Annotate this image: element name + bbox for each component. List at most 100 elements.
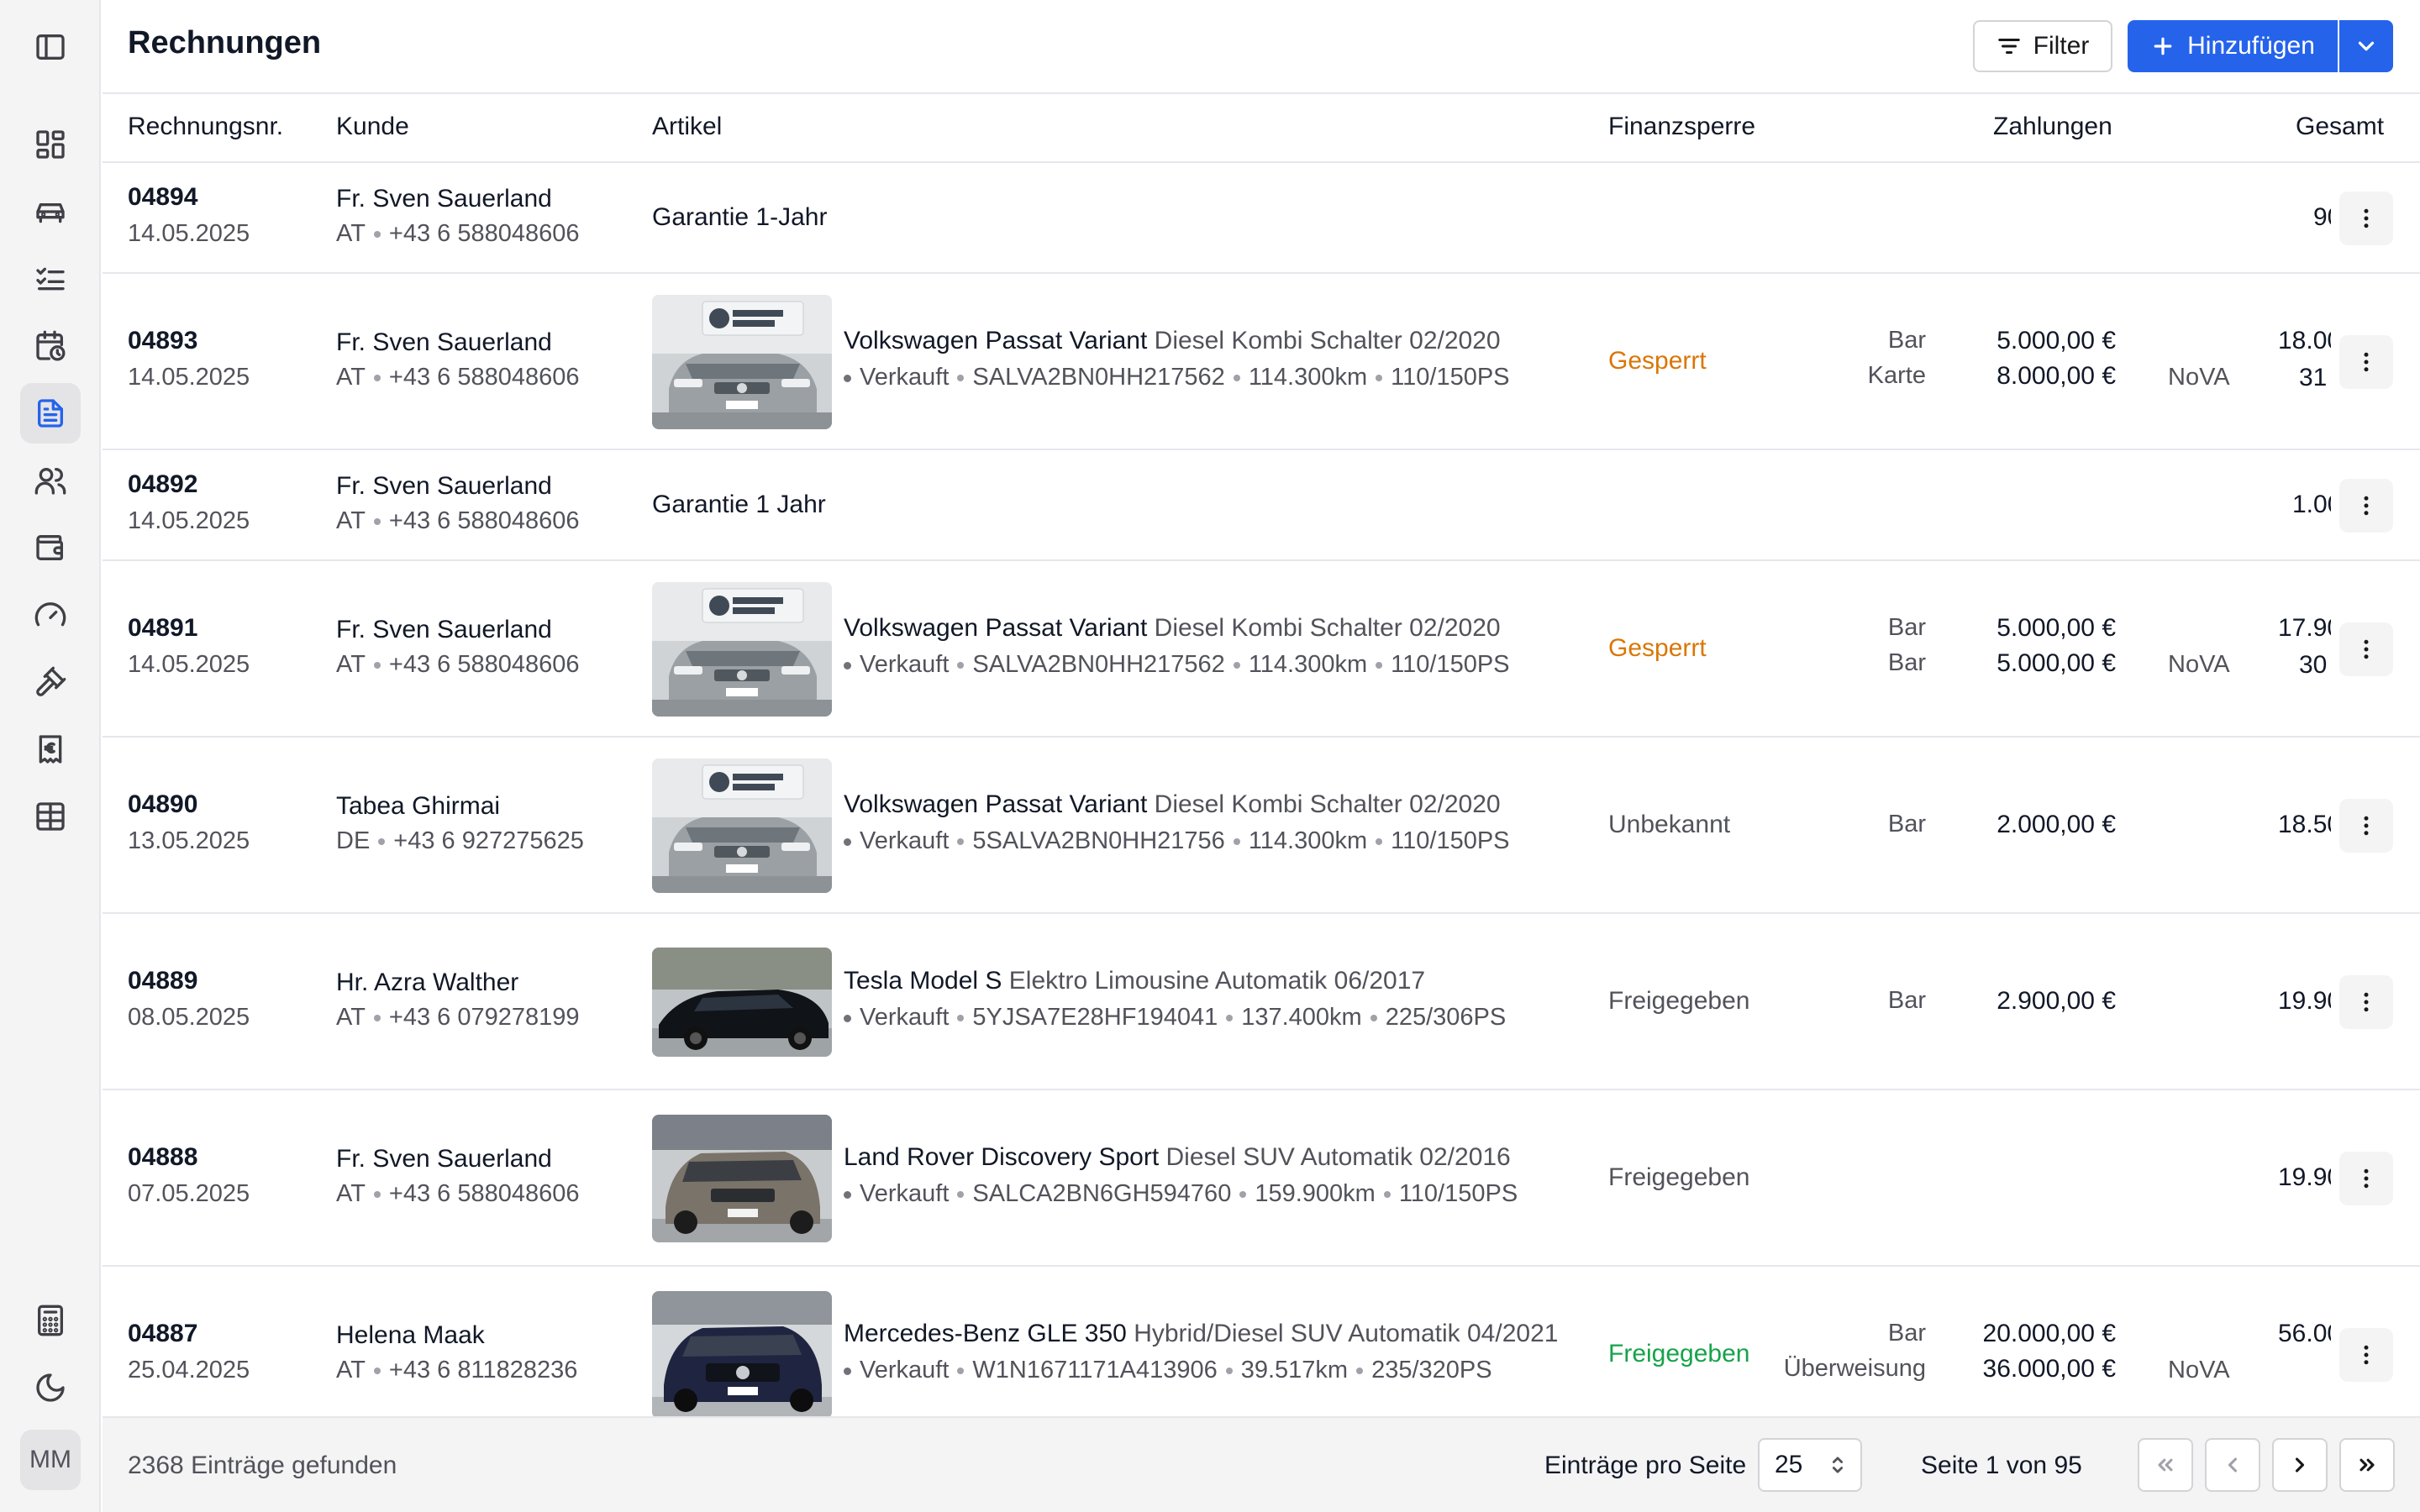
table-row[interactable]: 04893 14.05.2025 Fr. Sven Sauerland AT +43 6… [103, 274, 2420, 450]
invoice-number[interactable]: 04891 [128, 614, 197, 643]
users-icon[interactable] [20, 450, 81, 511]
table-row[interactable]: 04891 14.05.2025 Fr. Sven Sauerland AT +43 6… [103, 561, 2420, 738]
customer-name[interactable]: Fr. Sven Sauerland [336, 185, 552, 213]
main-content: Rechnungen Filter Hinzufügen Rechnungsnr… [103, 0, 2420, 1512]
first-page-button[interactable] [2138, 1438, 2193, 1492]
per-page-value: 25 [1775, 1451, 1803, 1478]
finance-lock-status: Unbekannt [1608, 811, 1731, 838]
vehicle-title[interactable]: Tesla Model S Elektro Limousine Automati… [844, 967, 1425, 995]
vehicle-title[interactable]: Mercedes-Benz GLE 350 Hybrid/Diesel SUV … [844, 1320, 1558, 1348]
invoice-number[interactable]: 04890 [128, 790, 197, 819]
payment-method: Bar [1887, 811, 1926, 837]
table-row[interactable]: 04894 14.05.2025 Fr. Sven Sauerland AT +43 6… [103, 163, 2420, 274]
add-dropdown-button[interactable] [2339, 20, 2393, 72]
vehicle-title[interactable]: Land Rover Discovery Sport Diesel SUV Au… [844, 1143, 1511, 1172]
row-actions-button[interactable] [2339, 799, 2393, 853]
customer-phone: +43 6 588048606 [388, 507, 580, 534]
column-header-article[interactable]: Artikel [652, 113, 722, 141]
column-header-customer[interactable]: Kunde [336, 113, 409, 141]
invoice-number[interactable]: 04888 [128, 1143, 197, 1172]
invoice-number[interactable]: 04894 [128, 183, 197, 212]
article-name[interactable]: Garantie 1 Jahr [652, 491, 826, 519]
customer-country: DE [336, 827, 371, 854]
column-header-total[interactable]: Gesamt [2296, 113, 2384, 141]
add-button[interactable]: Hinzufügen [2128, 20, 2338, 72]
gavel-icon[interactable] [20, 652, 81, 712]
vehicle-thumbnail[interactable] [652, 948, 832, 1057]
page-info: Seite 1 von 95 [1921, 1452, 2082, 1479]
vehicle-description: Diesel SUV Automatik 02/2016 [1165, 1143, 1511, 1171]
table-row[interactable]: 04892 14.05.2025 Fr. Sven Sauerland AT +43 6… [103, 450, 2420, 561]
next-page-button[interactable] [2272, 1438, 2328, 1492]
moon-icon[interactable] [20, 1357, 81, 1418]
table-row[interactable]: 04889 08.05.2025 Hr. Azra Walther AT +43 6 0… [103, 914, 2420, 1090]
car-icon[interactable] [20, 181, 81, 242]
row-actions-button[interactable] [2339, 192, 2393, 245]
row-actions-button[interactable] [2339, 479, 2393, 533]
customer-name[interactable]: Helena Maak [336, 1321, 485, 1350]
more-vertical-icon [2364, 352, 2369, 372]
document-icon[interactable] [20, 383, 81, 444]
checklist-icon[interactable] [20, 249, 81, 309]
dashboard-icon[interactable] [20, 114, 81, 175]
row-actions-button[interactable] [2339, 622, 2393, 676]
per-page-select[interactable]: 25 [1758, 1438, 1862, 1492]
table-icon[interactable] [20, 786, 81, 847]
vehicle-thumbnail[interactable] [652, 295, 832, 429]
calculator-icon[interactable] [20, 1290, 81, 1351]
vehicle-thumbnail[interactable] [652, 1115, 832, 1242]
gauge-icon[interactable] [20, 585, 81, 645]
row-actions-button[interactable] [2339, 1328, 2393, 1382]
last-page-button[interactable] [2339, 1438, 2395, 1492]
separator-dot [1226, 1015, 1234, 1022]
calendar-clock-icon[interactable] [20, 316, 81, 376]
column-header-number[interactable]: Rechnungsnr. [128, 113, 283, 141]
customer-country: AT [336, 1357, 366, 1383]
table-row[interactable]: 04887 25.04.2025 Helena Maak AT +43 6 811828… [103, 1267, 2420, 1416]
separator-dot [373, 662, 381, 669]
column-header-payments[interactable]: Zahlungen [1993, 113, 2112, 141]
prev-page-button[interactable] [2205, 1438, 2260, 1492]
vehicle-thumbnail[interactable] [652, 1291, 832, 1416]
invoice-number[interactable]: 04892 [128, 470, 197, 499]
row-actions-button[interactable] [2339, 1152, 2393, 1205]
invoice-date: 14.05.2025 [128, 651, 250, 678]
avatar[interactable]: MM [20, 1430, 81, 1490]
vehicle-power: 235/320PS [1371, 1357, 1492, 1383]
separator-dot [1233, 375, 1240, 382]
vehicle-thumbnail[interactable] [652, 759, 832, 893]
filter-button[interactable]: Filter [1973, 20, 2112, 72]
vehicle-title[interactable]: Volkswagen Passat Variant Diesel Kombi S… [844, 327, 1501, 355]
invoice-number[interactable]: 04889 [128, 967, 197, 995]
vehicle-details: Verkauft SALCA2BN6GH594760 159.900km 110/15… [844, 1180, 1518, 1208]
table-row[interactable]: 04888 07.05.2025 Fr. Sven Sauerland AT +43 6… [103, 1090, 2420, 1267]
invoice-date: 07.05.2025 [128, 1180, 250, 1207]
wallet-icon[interactable] [20, 517, 81, 578]
finance-lock-status: Freigegeben [1608, 987, 1750, 1015]
invoice-number[interactable]: 04887 [128, 1320, 197, 1348]
vehicle-title[interactable]: Volkswagen Passat Variant Diesel Kombi S… [844, 790, 1501, 819]
vehicle-state: Verkauft [860, 364, 950, 391]
separator-dot [1383, 1191, 1391, 1199]
table-row[interactable]: 04890 13.05.2025 Tabea Ghirmai DE +43 6 9272… [103, 738, 2420, 914]
vehicle-details: Verkauft 5SALVA2BN0HH21756 114.300km 110/15… [844, 827, 1510, 855]
row-actions-button[interactable] [2339, 335, 2393, 389]
panel-left-icon[interactable] [20, 17, 81, 77]
vehicle-title[interactable]: Volkswagen Passat Variant Diesel Kombi S… [844, 614, 1501, 643]
customer-name[interactable]: Fr. Sven Sauerland [336, 616, 552, 644]
nova-label: NoVA [2168, 364, 2230, 391]
customer-name[interactable]: Tabea Ghirmai [336, 792, 500, 821]
vehicle-thumbnail[interactable] [652, 582, 832, 717]
payment-method: Bar [1887, 327, 1926, 354]
euro-receipt-icon[interactable] [20, 719, 81, 780]
customer-name[interactable]: Hr. Azra Walther [336, 969, 518, 997]
column-header-finance-lock[interactable]: Finanzsperre [1608, 113, 1755, 141]
row-actions-button[interactable] [2339, 975, 2393, 1029]
article-name[interactable]: Garantie 1-Jahr [652, 203, 827, 232]
invoice-number[interactable]: 04893 [128, 327, 197, 355]
customer-name[interactable]: Fr. Sven Sauerland [336, 328, 552, 357]
payment-amount: 5.000,00 € [1996, 614, 2116, 642]
header: Rechnungen Filter Hinzufügen [103, 0, 2420, 94]
customer-name[interactable]: Fr. Sven Sauerland [336, 472, 552, 501]
customer-name[interactable]: Fr. Sven Sauerland [336, 1145, 552, 1173]
